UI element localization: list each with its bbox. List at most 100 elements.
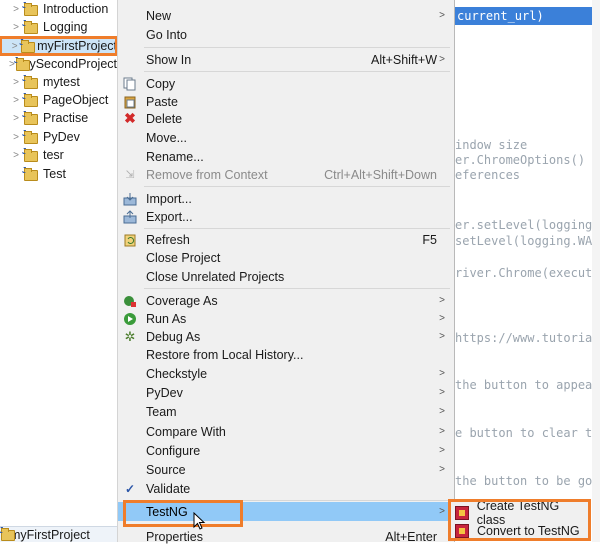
- menu-item-refresh[interactable]: Refresh F5: [118, 230, 455, 249]
- tree-item-label: myFirstProject: [37, 39, 117, 53]
- menu-item-label: Team: [146, 405, 177, 419]
- code-line: https://www.tutorials: [455, 331, 600, 345]
- menu-item-move[interactable]: Move...: [118, 128, 455, 147]
- tree-item-test[interactable]: J Test: [0, 165, 117, 183]
- menu-item-show-in[interactable]: Show In Alt+Shift+W >: [118, 50, 455, 69]
- chevron-right-icon[interactable]: >: [9, 113, 23, 124]
- project-folder-icon: J: [23, 75, 39, 89]
- menu-item-delete[interactable]: ✖ Delete: [118, 109, 455, 128]
- tree-item-introduction[interactable]: > J Introduction: [0, 0, 117, 18]
- menu-item-label: Remove from Context: [146, 168, 268, 182]
- chevron-right-icon[interactable]: >: [9, 4, 23, 15]
- chevron-right-icon[interactable]: >: [9, 150, 23, 161]
- menu-item-team[interactable]: Team >: [118, 402, 455, 421]
- project-folder-icon: J: [23, 130, 39, 144]
- menu-item-coverage-as[interactable]: Coverage As >: [118, 291, 455, 310]
- chevron-right-icon[interactable]: >: [9, 77, 23, 88]
- menu-item-export[interactable]: Export...: [118, 207, 455, 226]
- tree-item-tesr[interactable]: > J tesr: [0, 146, 117, 164]
- code-line: river.Chrome(executa: [455, 266, 600, 280]
- tree-item-mysecondproject[interactable]: > J mySecondProject: [0, 55, 117, 73]
- menu-item-label: Rename...: [146, 150, 204, 164]
- code-line: er.setLevel(logging.W: [455, 218, 600, 232]
- menu-item-label: Debug As: [146, 330, 200, 344]
- menu-item-source[interactable]: Source >: [118, 460, 455, 479]
- menu-item-new[interactable]: New >: [118, 6, 455, 25]
- tree-item-label: PyDev: [43, 130, 80, 144]
- menu-item-label: Configure: [146, 444, 200, 458]
- menu-item-compare-with[interactable]: Compare With >: [118, 422, 455, 441]
- submenu-highlight-box: [448, 499, 591, 541]
- menu-item-restore-local-history[interactable]: Restore from Local History...: [118, 345, 455, 364]
- project-folder-icon: J: [23, 20, 39, 34]
- tree-item-myfirstproject[interactable]: > J myFirstProject: [0, 37, 117, 55]
- menu-item-label: Go Into: [146, 28, 187, 42]
- run-icon: [122, 311, 138, 327]
- code-line: er.ChromeOptions(): [455, 153, 585, 167]
- menu-separator: [144, 47, 450, 48]
- menu-item-close-unrelated-projects[interactable]: Close Unrelated Projects: [118, 267, 455, 286]
- menu-item-label: New: [146, 9, 171, 23]
- tree-item-logging[interactable]: > J Logging: [0, 18, 117, 36]
- menu-item-validate[interactable]: ✓ Validate: [118, 479, 455, 498]
- menu-item-checkstyle[interactable]: Checkstyle >: [118, 364, 455, 383]
- menu-item-rename[interactable]: Rename...: [118, 147, 455, 166]
- menu-item-label: Move...: [146, 131, 187, 145]
- submenu-arrow-icon: >: [439, 464, 445, 475]
- project-folder-icon: J: [23, 111, 39, 125]
- menu-shortcut: Alt+Shift+W: [371, 53, 437, 67]
- status-project-label: myFirstProject: [10, 528, 90, 542]
- menu-item-pydev[interactable]: PyDev >: [118, 383, 455, 402]
- tree-item-pydev[interactable]: > J PyDev: [0, 128, 117, 146]
- menu-separator: [144, 288, 450, 289]
- submenu-arrow-icon: >: [439, 406, 445, 417]
- tree-item-practise[interactable]: > J Practise: [0, 109, 117, 127]
- tree-item-label: Introduction: [43, 2, 108, 16]
- menu-item-remove-from-context: ⇲ Remove from Context Ctrl+Alt+Shift+Dow…: [118, 165, 455, 184]
- submenu-arrow-icon: >: [439, 506, 445, 517]
- menu-item-properties[interactable]: Properties Alt+Enter: [118, 527, 455, 546]
- menu-item-label: Source: [146, 463, 186, 477]
- submenu-arrow-icon: >: [439, 426, 445, 437]
- menu-item-label: Run As: [146, 312, 186, 326]
- remove-context-icon: ⇲: [122, 167, 138, 183]
- menu-item-label: Close Project: [146, 251, 220, 265]
- menu-separator: [144, 186, 450, 187]
- menu-item-label: Checkstyle: [146, 367, 207, 381]
- menu-item-label: Show In: [146, 53, 191, 67]
- menu-separator: [144, 228, 450, 229]
- project-folder-icon: J: [23, 93, 39, 107]
- menu-item-copy[interactable]: Copy: [118, 74, 455, 93]
- menu-item-go-into[interactable]: Go Into: [118, 25, 455, 44]
- debug-icon: ✲: [122, 329, 138, 345]
- project-folder-icon: J: [23, 148, 39, 162]
- menu-item-debug-as[interactable]: ✲ Debug As >: [118, 327, 455, 346]
- menu-item-configure[interactable]: Configure >: [118, 441, 455, 460]
- tree-item-mytest[interactable]: > J mytest: [0, 73, 117, 91]
- chevron-right-icon[interactable]: >: [9, 95, 23, 106]
- menu-item-run-as[interactable]: Run As >: [118, 309, 455, 328]
- submenu-arrow-icon: >: [439, 10, 445, 21]
- menu-shortcut: Ctrl+Alt+Shift+Down: [324, 168, 437, 182]
- submenu-arrow-icon: >: [439, 331, 445, 342]
- menu-item-import[interactable]: Import...: [118, 189, 455, 208]
- chevron-right-icon[interactable]: >: [9, 22, 23, 33]
- code-line: the button to be go: [455, 474, 592, 488]
- tree-item-label: Logging: [43, 20, 88, 34]
- testng-highlight-box: [123, 500, 243, 527]
- code-editor[interactable]: current_url) indow size er.ChromeOptions…: [455, 0, 600, 542]
- menu-item-close-project[interactable]: Close Project: [118, 248, 455, 267]
- project-folder-icon: J: [23, 2, 39, 16]
- explorer-status-bar: J myFirstProject: [0, 526, 117, 542]
- submenu-arrow-icon: >: [439, 54, 445, 65]
- menu-item-label: Compare With: [146, 425, 226, 439]
- chevron-right-icon[interactable]: >: [9, 132, 23, 143]
- tree-item-label: mytest: [43, 75, 80, 89]
- menu-item-label: Paste: [146, 95, 178, 109]
- menu-item-label: Copy: [146, 77, 175, 91]
- project-folder-icon: J: [23, 167, 39, 181]
- tree-item-pageobject[interactable]: > J PageObject: [0, 91, 117, 109]
- tree-item-label: PageObject: [43, 93, 108, 107]
- code-line: e button to clear th: [455, 426, 600, 440]
- paste-icon: [122, 94, 138, 110]
